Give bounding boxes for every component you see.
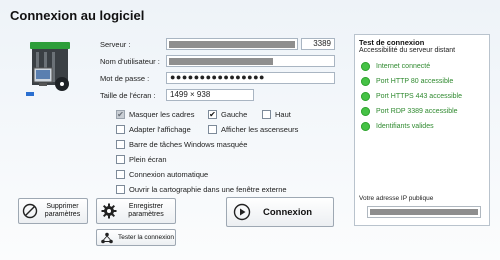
- option-auto-connect[interactable]: Connexion automatique: [116, 170, 208, 179]
- auto-connect-checkbox[interactable]: [116, 170, 125, 179]
- status-item: Port HTTP 80 accessible: [361, 77, 453, 86]
- option-left[interactable]: ✔ Gauche: [208, 110, 247, 119]
- port-input[interactable]: 3389: [301, 38, 335, 50]
- status-ok-icon: [361, 62, 370, 71]
- status-ok-icon: [361, 122, 370, 131]
- screen-size-label: Taille de l'écran :: [100, 91, 156, 100]
- status-ok-icon: [361, 77, 370, 86]
- adapt-display-checkbox[interactable]: [116, 125, 125, 134]
- option-show-scrollbars[interactable]: Afficher les ascenseurs: [208, 125, 298, 134]
- hide-frames-checkbox[interactable]: ✔: [116, 110, 125, 119]
- status-item: Port RDP 3389 accessible: [361, 107, 458, 116]
- password-label: Mot de passe :: [100, 74, 150, 83]
- status-item: Internet connecté: [361, 62, 430, 71]
- option-taskbar[interactable]: Barre de tâches Windows masquée: [116, 140, 247, 149]
- option-adapt-display[interactable]: Adapter l'affichage: [116, 125, 191, 134]
- left-checkbox[interactable]: ✔: [208, 110, 217, 119]
- panel-subtitle: Accessibilité du serveur distant: [359, 47, 456, 54]
- status-ok-icon: [361, 107, 370, 116]
- show-scrollbars-checkbox[interactable]: [208, 125, 217, 134]
- delete-settings-button[interactable]: Supprimer paramètres: [18, 198, 88, 224]
- username-label: Nom d'utilisateur :: [100, 57, 160, 66]
- panel-title: Test de connexion: [359, 38, 425, 47]
- server-input[interactable]: [166, 38, 298, 50]
- server-label: Serveur :: [100, 40, 131, 49]
- status-item: Identifiants valides: [361, 122, 434, 131]
- option-fullscreen[interactable]: Plein écran: [116, 155, 167, 164]
- option-open-map[interactable]: Ouvrir la cartographie dans une fenêtre …: [116, 185, 287, 194]
- ip-label: Votre adresse IP publique: [359, 195, 434, 202]
- app-logo-icon: [26, 42, 70, 96]
- page-title: Connexion au logiciel: [10, 8, 145, 23]
- password-input[interactable]: ●●●●●●●●●●●●●●●●: [166, 72, 335, 84]
- connect-button[interactable]: Connexion: [226, 197, 334, 227]
- option-hide-frames[interactable]: ✔ Masquer les cadres: [116, 110, 194, 119]
- open-map-checkbox[interactable]: [116, 185, 125, 194]
- network-icon: [101, 232, 113, 243]
- forbidden-icon: [22, 203, 38, 219]
- test-connection-button[interactable]: Tester la connexion: [96, 229, 176, 246]
- screen-size-input[interactable]: 1499 × 938: [166, 89, 254, 101]
- top-checkbox[interactable]: [262, 110, 271, 119]
- play-icon: [233, 203, 251, 221]
- status-item: Port HTTPS 443 accessible: [361, 92, 462, 101]
- option-top[interactable]: Haut: [262, 110, 291, 119]
- username-input[interactable]: [166, 55, 335, 67]
- connection-test-panel: Test de connexion Accessibilité du serve…: [354, 34, 490, 226]
- status-ok-icon: [361, 92, 370, 101]
- fullscreen-checkbox[interactable]: [116, 155, 125, 164]
- gear-icon: [101, 203, 117, 219]
- taskbar-checkbox[interactable]: [116, 140, 125, 149]
- save-settings-button[interactable]: Enregistrer paramètres: [96, 198, 176, 224]
- public-ip-field: [367, 206, 481, 218]
